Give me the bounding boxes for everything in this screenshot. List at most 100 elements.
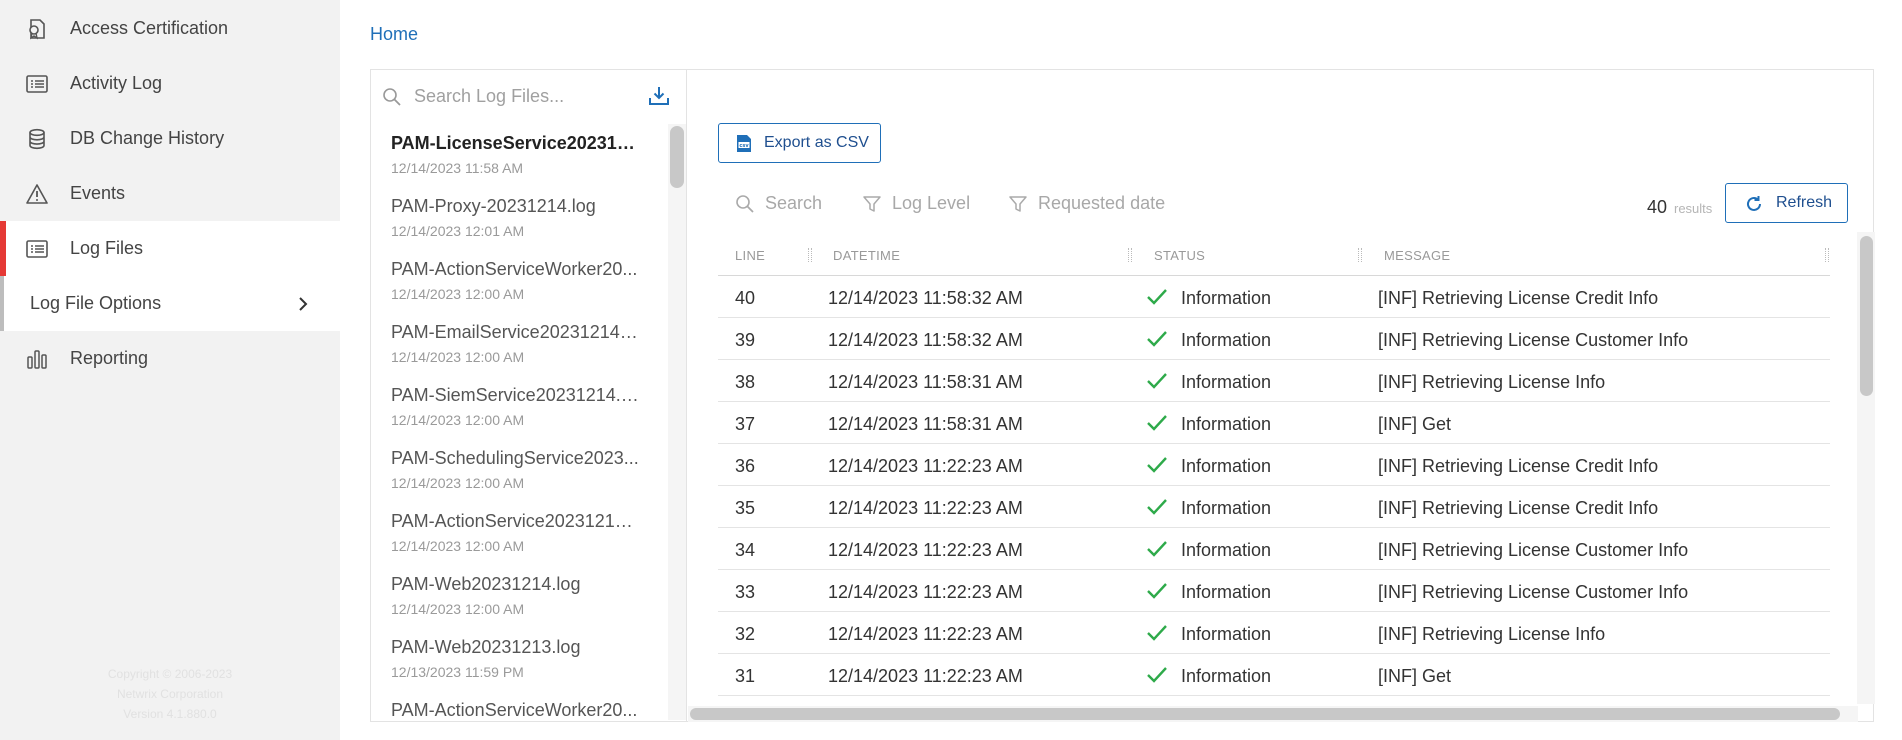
- export-csv-button[interactable]: csv Export as CSV: [718, 123, 881, 163]
- requested-date-filter[interactable]: Requested date: [1008, 193, 1165, 214]
- log-file-name: PAM-Web20231214.log: [391, 574, 581, 594]
- cell-datetime: 12/14/2023 11:22:23 AM: [828, 540, 1023, 560]
- copyright: Copyright © 2006-2023 Netwrix Corporatio…: [60, 664, 280, 724]
- check-icon: [1147, 583, 1167, 599]
- check-icon: [1147, 499, 1167, 515]
- table-row[interactable]: 33 12/14/2023 11:22:23 AM Information [I…: [718, 571, 1830, 612]
- log-file-item[interactable]: PAM-Web20231214.log 12/14/2023 12:00 AM: [391, 574, 641, 617]
- check-icon: [1147, 331, 1167, 347]
- cell-line: 40: [735, 288, 756, 308]
- log-file-item[interactable]: PAM-Web20231213.log 12/13/2023 11:59 PM: [391, 637, 641, 680]
- column-header-datetime[interactable]: DATETIME: [833, 248, 900, 263]
- log-file-item[interactable]: PAM-ActionService20231214.... 12/14/2023…: [391, 511, 641, 554]
- bar-chart-icon: [27, 349, 47, 369]
- log-file-name: PAM-EmailService20231214.l...: [391, 322, 641, 342]
- check-icon: [1147, 373, 1167, 389]
- cell-message: [INF] Retrieving License Credit Info: [1378, 456, 1659, 476]
- table-row[interactable]: 37 12/14/2023 11:58:31 AM Information [I…: [718, 403, 1830, 444]
- sidebar-item-log-file-options[interactable]: Log File Options: [0, 276, 340, 331]
- refresh-icon: [1747, 196, 1761, 211]
- log-file-name: PAM-Web20231213.log: [391, 637, 581, 657]
- table-row[interactable]: 35 12/14/2023 11:22:23 AM Information [I…: [718, 487, 1830, 528]
- table-row[interactable]: 38 12/14/2023 11:58:31 AM Information [I…: [718, 361, 1830, 402]
- column-header-message[interactable]: MESSAGE: [1384, 248, 1450, 263]
- sidebar-item-access-certification[interactable]: Access Certification: [0, 1, 340, 56]
- column-resize-handle[interactable]: [808, 248, 812, 262]
- sidebar-item-label: Reporting: [70, 348, 149, 368]
- check-icon: [1147, 415, 1167, 431]
- download-icon[interactable]: [648, 85, 670, 107]
- sidebar-item-activity-log[interactable]: Activity Log: [0, 56, 340, 111]
- log-file-item[interactable]: PAM-Proxy-20231214.log 12/14/2023 12:01 …: [391, 196, 641, 239]
- check-icon: [1147, 289, 1167, 305]
- log-file-name: PAM-LicenseService2023121...: [391, 133, 641, 153]
- cell-datetime: 12/14/2023 11:22:23 AM: [828, 456, 1023, 476]
- table-row[interactable]: 31 12/14/2023 11:22:23 AM Information [I…: [718, 655, 1830, 696]
- file-list-scrollbar-thumb[interactable]: [670, 126, 684, 188]
- table-row[interactable]: 34 12/14/2023 11:22:23 AM Information [I…: [718, 529, 1830, 570]
- refresh-button[interactable]: Refresh: [1725, 183, 1848, 223]
- column-resize-handle[interactable]: [1128, 248, 1132, 262]
- list-icon: [26, 239, 48, 258]
- table-header-divider: [718, 275, 1830, 276]
- log-file-date: 12/14/2023 12:00 AM: [391, 286, 525, 302]
- sidebar-item-label: Activity Log: [70, 73, 163, 93]
- breadcrumb-home[interactable]: Home: [370, 24, 418, 45]
- sidebar-item-log-files[interactable]: Log Files: [0, 221, 340, 276]
- log-file-date: 12/13/2023 11:59 PM: [391, 664, 524, 680]
- cell-status: Information: [1181, 582, 1272, 602]
- cell-datetime: 12/14/2023 11:58:31 AM: [828, 372, 1023, 392]
- log-file-date: 12/14/2023 12:00 AM: [391, 601, 525, 617]
- table-row[interactable]: 36 12/14/2023 11:22:23 AM Information [I…: [718, 445, 1830, 486]
- table-horizontal-scrollbar-thumb[interactable]: [690, 708, 1840, 720]
- cell-line: 33: [735, 582, 756, 602]
- filter-icon: [1009, 195, 1027, 212]
- sidebar-item-db-change-history[interactable]: DB Change History: [0, 111, 340, 166]
- cell-status: Information: [1181, 624, 1272, 644]
- log-level-filter-label: Log Level: [892, 193, 971, 213]
- cell-status: Information: [1181, 498, 1272, 518]
- column-header-status[interactable]: STATUS: [1154, 248, 1205, 263]
- log-file-item[interactable]: PAM-SiemService20231214.log 12/14/2023 1…: [391, 385, 641, 428]
- cell-message: [INF] Retrieving License Credit Info: [1378, 288, 1659, 308]
- cell-message: [INF] Retrieving License Customer Info: [1378, 582, 1689, 602]
- cell-line: 35: [735, 498, 756, 518]
- log-file-search-input[interactable]: Search Log Files...: [414, 86, 564, 107]
- log-file-name: PAM-ActionService20231214....: [391, 511, 641, 531]
- log-file-item[interactable]: PAM-EmailService20231214.l... 12/14/2023…: [391, 322, 641, 365]
- sidebar-item-events[interactable]: Events: [0, 166, 340, 221]
- column-resize-handle[interactable]: [1825, 248, 1829, 262]
- log-file-item[interactable]: PAM-LicenseService2023121... 12/14/2023 …: [391, 133, 641, 176]
- log-file-item[interactable]: PAM-SchedulingService2023... 12/14/2023 …: [391, 448, 641, 491]
- file-list-scrollbar[interactable]: [668, 124, 686, 720]
- table-row[interactable]: 39 12/14/2023 11:58:32 AM Information [I…: [718, 319, 1830, 360]
- log-file-name: PAM-SiemService20231214.log: [391, 385, 641, 405]
- export-csv-label: Export as CSV: [764, 134, 869, 151]
- log-file-date: 12/14/2023 12:00 AM: [391, 412, 525, 428]
- database-icon: [29, 128, 45, 149]
- table-row[interactable]: 32 12/14/2023 11:22:23 AM Information [I…: [718, 613, 1830, 654]
- table-vertical-scrollbar-thumb[interactable]: [1860, 236, 1873, 396]
- certificate-icon: [29, 18, 45, 40]
- log-file-item[interactable]: PAM-ActionServiceWorker20...: [391, 700, 641, 720]
- sidebar-item-label: Events: [70, 183, 126, 203]
- filter-icon: [863, 195, 881, 212]
- search-filter[interactable]: Search: [735, 193, 822, 214]
- log-file-date: 12/14/2023 12:00 AM: [391, 538, 525, 554]
- sidebar-item-label: Log File Options: [30, 293, 162, 313]
- copyright-line: Version 4.1.880.0: [123, 707, 217, 721]
- search-filter-label: Search: [765, 193, 823, 213]
- column-header-line[interactable]: LINE: [735, 248, 765, 263]
- sidebar-item-reporting[interactable]: Reporting: [0, 331, 340, 386]
- cell-datetime: 12/14/2023 11:58:32 AM: [828, 330, 1023, 350]
- cell-message: [INF] Retrieving License Info: [1378, 372, 1606, 392]
- column-resize-handle[interactable]: [1358, 248, 1362, 262]
- log-file-name: PAM-ActionServiceWorker20...: [391, 259, 638, 279]
- cell-status: Information: [1181, 372, 1272, 392]
- table-row[interactable]: 40 12/14/2023 11:58:32 AM Information [I…: [718, 277, 1830, 318]
- log-file-item[interactable]: PAM-ActionServiceWorker20... 12/14/2023 …: [391, 259, 641, 302]
- cell-datetime: 12/14/2023 11:58:31 AM: [828, 414, 1023, 434]
- log-level-filter[interactable]: Log Level: [862, 193, 970, 214]
- search-icon: [736, 194, 754, 213]
- sidebar-item-label: Log Files: [70, 238, 144, 258]
